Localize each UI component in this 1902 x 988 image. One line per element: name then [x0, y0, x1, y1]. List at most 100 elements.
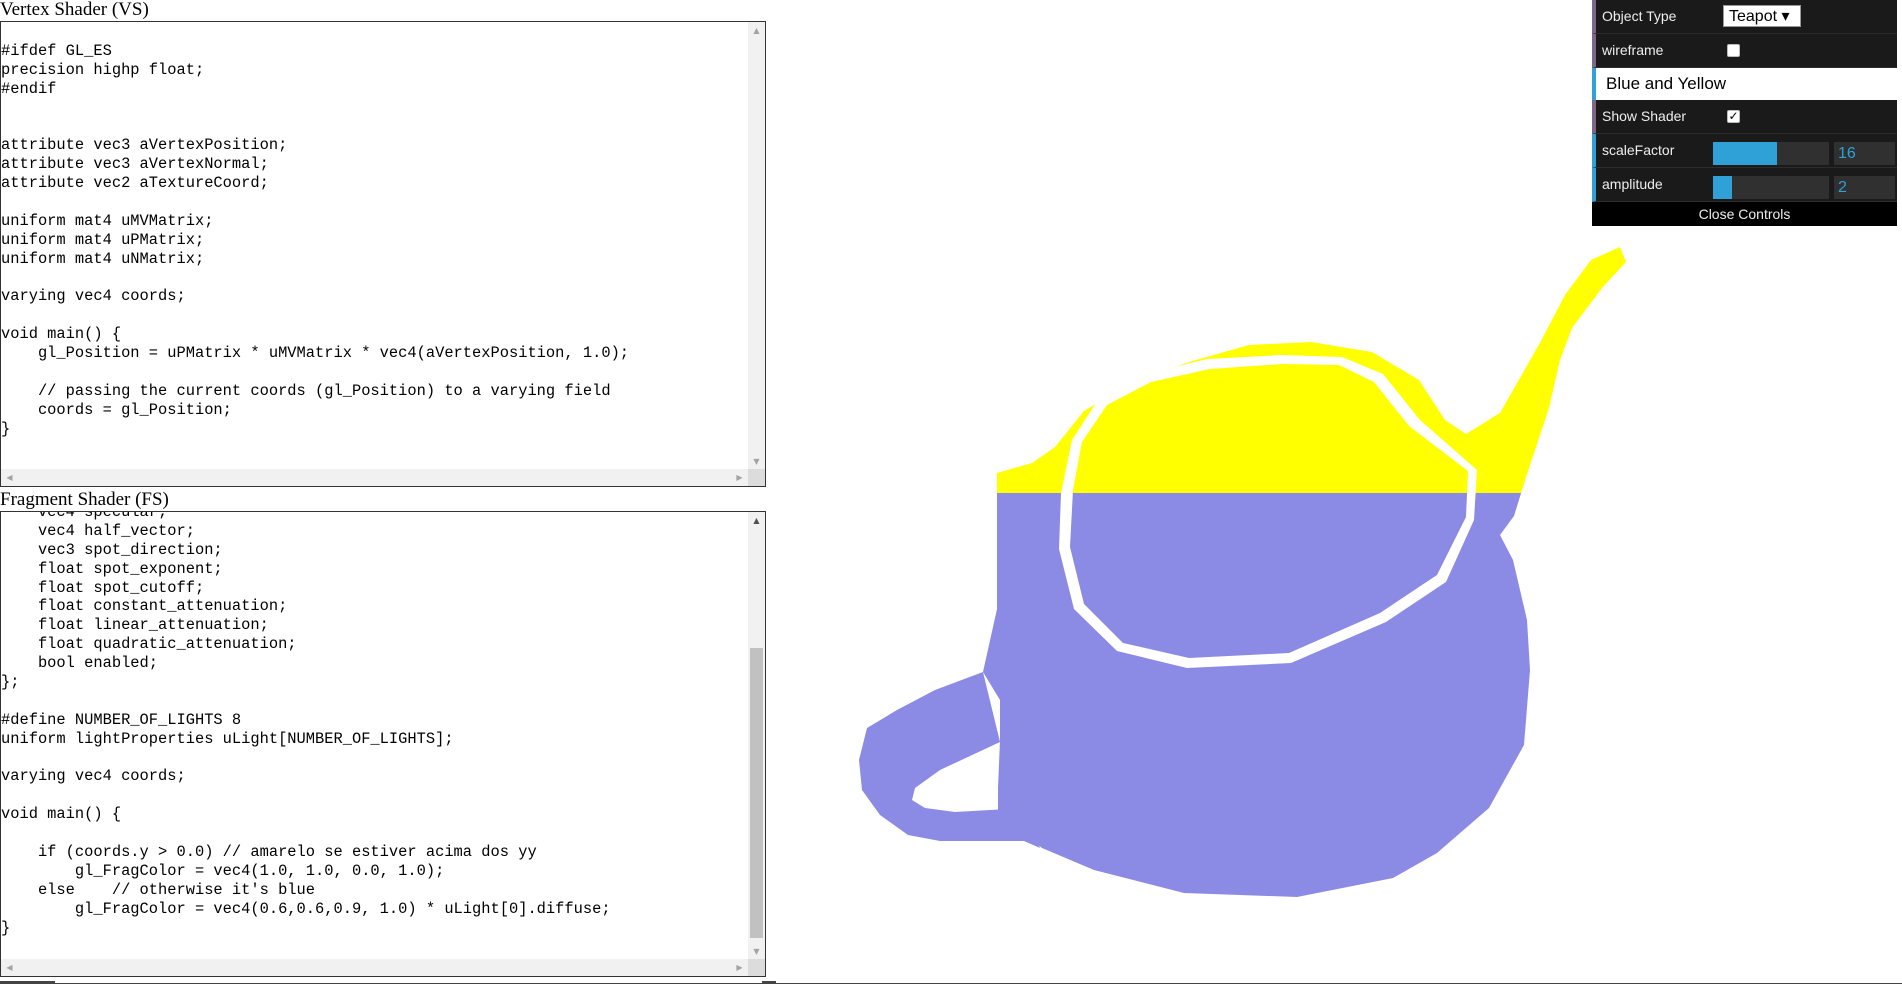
fragment-shader-title: Fragment Shader (FS) [0, 489, 169, 510]
code-line: if (coords.y > 0.0) // amarelo se estive… [1, 843, 537, 862]
amplitude-slider[interactable] [1713, 176, 1829, 199]
vertex-shader-editor[interactable]: #ifdef GL_ES precision highp float; #endif… [0, 21, 766, 487]
code-line: attribute vec3 aVertexNormal; [1, 155, 269, 174]
code-line: uniform lightProperties uLight[NUMBER_OF… [1, 729, 454, 748]
scroll-up-arrow-icon[interactable]: ▲ [748, 512, 765, 529]
scroll-down-arrow-icon[interactable]: ▼ [748, 943, 765, 960]
code-line: float linear_attenuation; [1, 616, 269, 635]
teapot-lid-outline [1059, 493, 1476, 668]
teapot-spout-opening [1612, 280, 1660, 302]
wireframe-label: wireframe [1602, 42, 1664, 58]
teapot-lower-half [859, 280, 1660, 897]
code-line: float quadratic_attenuation; [1, 635, 297, 654]
teapot-handle-shape [859, 672, 1040, 848]
code-line: }; [1, 673, 20, 692]
scroll-right-arrow-icon[interactable]: ▶ [731, 959, 748, 976]
code-line: void main() { [1, 805, 122, 824]
scale-factor-label: scaleFactor [1602, 142, 1675, 158]
code-line: #define NUMBER_OF_LIGHTS 8 [1, 710, 242, 729]
teapot-lid-outline [1061, 355, 1477, 493]
code-line: gl_Position = uPMatrix * uMVMatrix * vec… [1, 344, 630, 363]
code-line: varying vec4 coords; [1, 287, 186, 306]
code-line: attribute vec2 aTextureCoord; [1, 174, 269, 193]
code-line: float constant_attenuation; [1, 597, 288, 616]
scroll-up-arrow-icon[interactable]: ▲ [748, 22, 765, 39]
close-controls-button[interactable]: Close Controls [1592, 202, 1897, 226]
object-type-label: Object Type [1602, 8, 1677, 24]
code-line: float spot_cutoff; [1, 578, 205, 597]
code-line: uniform mat4 uNMatrix; [1, 249, 205, 268]
code-line: else // otherwise it's blue [1, 880, 316, 899]
code-line: vec4 specular; [1, 511, 168, 521]
show-shader-checkbox[interactable]: ✓ [1727, 110, 1740, 123]
code-line: vec3 spot_direction; [1, 540, 223, 559]
code-line: float spot_exponent; [1, 559, 223, 578]
scroll-down-arrow-icon[interactable]: ▼ [748, 453, 765, 470]
amplitude-label: amplitude [1602, 176, 1663, 192]
show-shader-row: Show Shader ✓ [1592, 100, 1897, 134]
controls-panel: Object Type Teapot ▾ wireframe Blue and … [1592, 0, 1897, 226]
teapot-upper-half [859, 247, 1660, 848]
scale-factor-row: scaleFactor 16 [1592, 134, 1897, 168]
fragment-shader-horizontal-scrollbar[interactable]: ◀ ▶ [1, 959, 748, 976]
shader-folder-title[interactable]: Blue and Yellow [1592, 68, 1897, 100]
code-line: precision highp float; [1, 60, 205, 79]
amplitude-slider-fill [1713, 176, 1732, 199]
page-bottom-border-left [0, 981, 55, 984]
code-line: #endif [1, 79, 57, 98]
fragment-shader-editor[interactable]: vec4 specular; vec4 half_vector; vec3 sp… [0, 511, 766, 977]
fragment-shader-vertical-scrollbar[interactable]: ▲ ▼ [748, 512, 765, 960]
vertex-shader-code[interactable]: #ifdef GL_ES precision highp float; #endif… [1, 23, 749, 439]
code-line: uniform mat4 uMVMatrix; [1, 211, 214, 230]
code-line: gl_FragColor = vec4(1.0, 1.0, 0.0, 1.0); [1, 861, 445, 880]
object-type-row: Object Type Teapot ▾ [1592, 0, 1897, 34]
code-line: } [1, 419, 11, 438]
scroll-left-arrow-icon[interactable]: ◀ [1, 959, 18, 976]
vertex-shader-title: Vertex Shader (VS) [0, 0, 149, 20]
vertex-shader-horizontal-scrollbar[interactable]: ◀ ▶ [1, 469, 748, 486]
amplitude-row: amplitude 2 [1592, 168, 1897, 202]
vertex-shader-vertical-scrollbar[interactable]: ▲ ▼ [748, 22, 765, 470]
scale-factor-slider[interactable] [1713, 142, 1829, 165]
code-line: void main() { [1, 325, 122, 344]
code-line: } [1, 918, 11, 937]
wireframe-checkbox[interactable] [1727, 44, 1740, 57]
amplitude-input[interactable]: 2 [1834, 176, 1895, 199]
teapot-body-shape [983, 493, 1530, 897]
scale-factor-input[interactable]: 16 [1834, 142, 1895, 165]
scale-factor-slider-fill [1713, 142, 1777, 165]
teapot-body-shape [997, 247, 1626, 493]
scroll-left-arrow-icon[interactable]: ◀ [1, 469, 18, 486]
code-line: bool enabled; [1, 654, 159, 673]
scrollbar-corner [748, 959, 765, 976]
code-line: varying vec4 coords; [1, 767, 186, 786]
wireframe-row: wireframe [1592, 34, 1897, 68]
code-line: coords = gl_Position; [1, 400, 232, 419]
teapot-model [859, 247, 1660, 897]
code-line: attribute vec3 aVertexPosition; [1, 136, 288, 155]
teapot-handle-shape [859, 672, 1040, 848]
page-bottom-border [0, 983, 1902, 984]
show-shader-label: Show Shader [1602, 108, 1687, 124]
scroll-right-arrow-icon[interactable]: ▶ [731, 469, 748, 486]
code-line: // passing the current coords (gl_Positi… [1, 381, 611, 400]
teapot-spout-opening [1612, 280, 1660, 302]
scrollbar-corner [748, 469, 765, 486]
object-type-select[interactable]: Teapot ▾ [1723, 5, 1801, 27]
code-line: uniform mat4 uPMatrix; [1, 230, 205, 249]
fragment-shader-scroll-thumb[interactable] [750, 648, 763, 938]
code-line: #ifdef GL_ES [1, 41, 112, 60]
fragment-shader-code[interactable]: vec4 specular; vec4 half_vector; vec3 sp… [1, 511, 749, 937]
code-line: vec4 half_vector; [1, 521, 195, 540]
